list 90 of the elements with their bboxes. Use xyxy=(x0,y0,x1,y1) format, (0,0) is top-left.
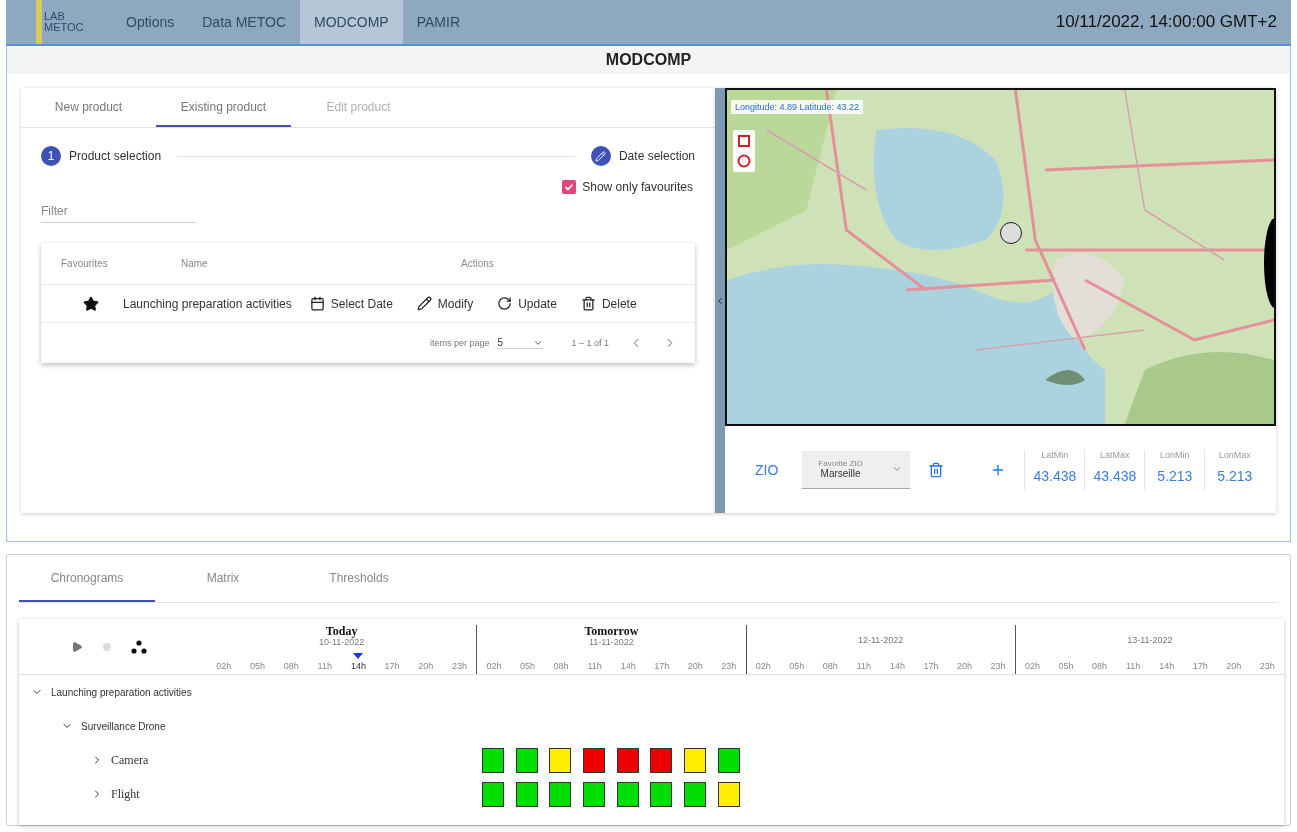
edit-icon xyxy=(416,296,432,311)
zio-label: ZIO xyxy=(755,461,779,478)
calendar-icon xyxy=(309,296,325,311)
hour-label: 11h xyxy=(855,661,873,671)
hour-label: 05h xyxy=(1057,661,1075,671)
delete-icon xyxy=(580,296,596,311)
tree-item[interactable]: Surveillance Drone xyxy=(19,720,207,732)
hour-label: 02h xyxy=(215,661,233,671)
edit-icon xyxy=(590,146,611,166)
coordinates: Longitude: 4.89 Latitude: 43.22 xyxy=(731,100,864,114)
tree-item[interactable]: Flight xyxy=(19,786,207,802)
hour-label: 20h xyxy=(955,661,973,671)
hour-label: 17h xyxy=(1191,661,1209,671)
star-icon[interactable] xyxy=(83,295,99,312)
page-size-select[interactable]: 5 xyxy=(497,337,544,349)
page-range: 1 – 1 of 1 xyxy=(571,338,609,348)
column-header: Actions xyxy=(460,258,495,269)
checkbox[interactable] xyxy=(562,180,577,194)
circle-tool-icon[interactable] xyxy=(737,154,751,168)
hour-label: 23h xyxy=(450,661,468,671)
view-tab[interactable]: Chronograms xyxy=(19,555,155,602)
day-date: 10-11-2022 xyxy=(317,637,366,647)
hour-label: 05h xyxy=(519,661,537,671)
tree-item[interactable]: Launching preparation activities xyxy=(19,686,207,698)
action-button[interactable]: Modify xyxy=(406,296,484,311)
hour-label: 08h xyxy=(282,661,300,671)
hour-label: 02h xyxy=(485,661,503,671)
action-button[interactable]: Select Date xyxy=(299,296,403,311)
hour-label: 11h xyxy=(316,661,333,671)
action-button[interactable]: Delete xyxy=(570,296,647,311)
page-title: MODCOMP xyxy=(7,46,1290,74)
hour-label: 20h xyxy=(417,661,435,671)
day-date: 13-11-2022 xyxy=(1126,635,1174,645)
hour-label: 05h xyxy=(788,661,806,671)
caret-icon xyxy=(892,464,903,474)
hour-label: 02h xyxy=(754,661,772,671)
hour-label: 17h xyxy=(922,661,940,671)
update-icon xyxy=(497,296,513,311)
bound-field[interactable]: LonMin 5.213 xyxy=(1144,449,1205,490)
column-header: Name xyxy=(180,258,209,269)
column-header: Favourites xyxy=(60,258,109,269)
product-tab[interactable]: New product xyxy=(21,88,156,127)
hour-label: 20h xyxy=(1225,661,1243,671)
checkbox-label: Show only favourites xyxy=(582,180,693,194)
tree-item[interactable]: Camera xyxy=(19,752,207,768)
day-title: Today xyxy=(325,625,358,637)
zio-select[interactable]: Favorite ZIO Marseille xyxy=(802,450,911,489)
now-marker xyxy=(353,653,364,659)
nav-tab[interactable]: MODCOMP xyxy=(300,0,403,44)
play-icon[interactable] xyxy=(71,640,83,653)
day-title: Tomorrow xyxy=(583,625,640,637)
hour-label: 11h xyxy=(586,661,603,671)
bound-field[interactable]: LatMax 43.438 xyxy=(1084,449,1145,490)
nav-tab[interactable]: PAMIR xyxy=(402,0,474,44)
hour-label: 17h xyxy=(383,661,401,671)
hour-label: 23h xyxy=(1258,661,1276,671)
product-tab[interactable]: Existing product xyxy=(156,88,291,127)
date-time: 10/11/2022, 14:00:00 GMT+2 xyxy=(1055,12,1277,32)
rectangle-tool-icon[interactable] xyxy=(737,134,751,148)
delete-icon[interactable] xyxy=(928,461,945,478)
view-tab[interactable]: Matrix xyxy=(155,555,291,602)
hour-label: 14h xyxy=(888,661,906,671)
hour-label: 23h xyxy=(720,661,738,671)
hour-label: 05h xyxy=(248,661,266,671)
day-date: 12-11-2022 xyxy=(856,635,905,645)
hour-label: 02h xyxy=(1024,661,1042,671)
nav-tab[interactable]: Options xyxy=(112,0,189,44)
hour-label: 20h xyxy=(686,661,704,671)
pager-label: items per page xyxy=(429,338,490,348)
bound-field[interactable]: LatMin 43.438 xyxy=(1024,449,1085,490)
hour-label: 08h xyxy=(821,661,839,671)
hour-label: 08h xyxy=(552,661,570,671)
hour-label: 23h xyxy=(989,661,1007,671)
step-label[interactable]: Date selection xyxy=(618,149,695,163)
hour-label: 17h xyxy=(653,661,671,671)
step-number: 1 xyxy=(41,146,61,166)
bound-field[interactable]: LonMax 5.213 xyxy=(1204,449,1265,490)
hour-label: 14h xyxy=(341,661,376,671)
table-cell: Launching preparation activities xyxy=(123,296,292,311)
hour-label: 14h xyxy=(619,661,637,671)
day-date: 11-11-2022 xyxy=(588,637,635,647)
nav-tab[interactable]: Data METOC xyxy=(188,0,300,44)
view-tab[interactable]: Thresholds xyxy=(291,555,427,602)
step-label[interactable]: Product selection xyxy=(69,149,162,163)
hour-label: 11h xyxy=(1124,661,1142,671)
cluster-icon[interactable] xyxy=(131,639,147,654)
hour-label: 14h xyxy=(1158,661,1176,671)
action-button[interactable]: Update xyxy=(487,296,567,311)
hour-label: 08h xyxy=(1091,661,1109,671)
check-icon xyxy=(564,182,575,192)
